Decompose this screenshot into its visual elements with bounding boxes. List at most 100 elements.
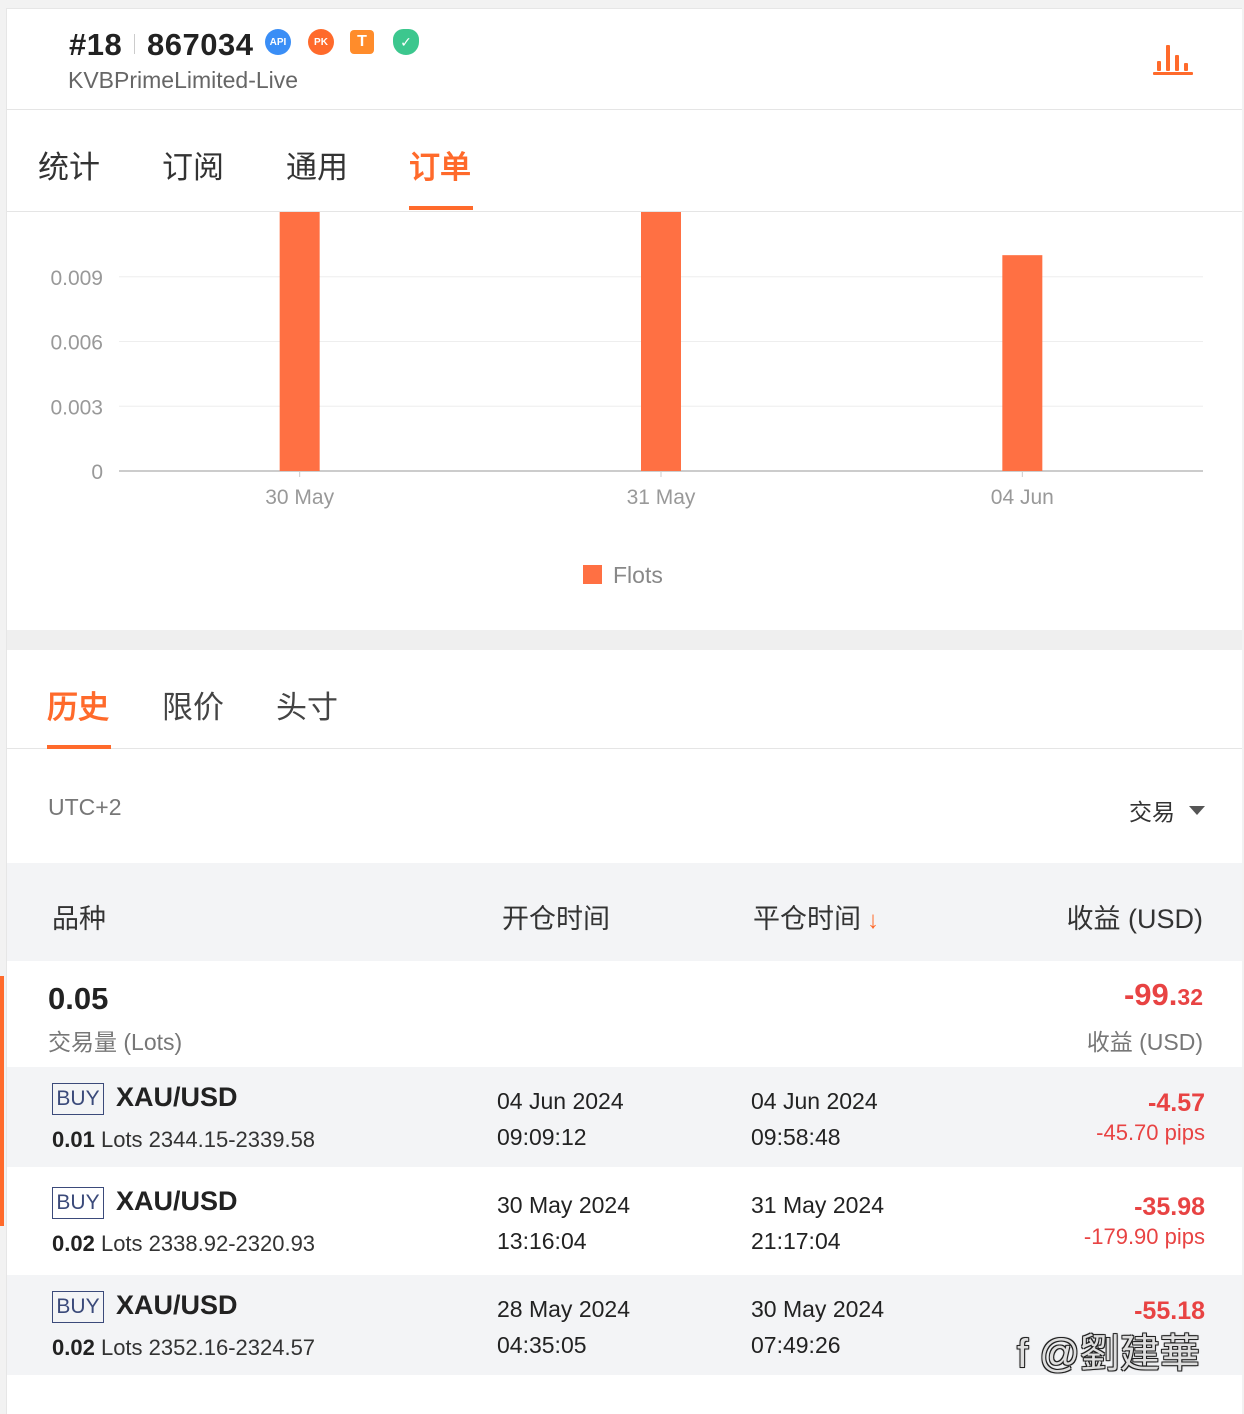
lots-unit: Lots xyxy=(100,1335,143,1360)
header-profit[interactable]: 收益 (USD) xyxy=(1067,897,1204,936)
symbol: XAU/USD xyxy=(116,1290,238,1320)
row-pips: -45.70 pips xyxy=(1096,1120,1205,1145)
y-tick-label: 0.009 xyxy=(50,267,103,290)
total-profit: -99.32 xyxy=(1124,977,1203,1013)
total-lots: 0.05 xyxy=(48,981,109,1016)
tab-limit-orders[interactable]: 限价 xyxy=(162,682,224,727)
trade-type-dropdown[interactable]: 交易 xyxy=(1129,793,1205,827)
header-open-time[interactable]: 开仓时间 xyxy=(502,897,610,936)
x-tick-label: 30 May xyxy=(265,486,334,509)
close-time: 04 Jun 2024 09:58:48 xyxy=(751,1083,878,1155)
row-accent-bar xyxy=(0,976,4,1226)
legend-swatch xyxy=(583,565,602,584)
bar xyxy=(1002,255,1043,471)
open-date: 28 May 2024 xyxy=(497,1296,630,1322)
x-tick-label: 31 May xyxy=(627,486,696,509)
legend-label: Flots xyxy=(613,562,663,588)
table-row[interactable]: BUY XAU/USD 0.01 Lots 2344.15-2339.58 04… xyxy=(7,1067,1242,1167)
open-time: 30 May 2024 13:16:04 xyxy=(497,1187,630,1259)
y-tick-label: 0 xyxy=(91,461,103,484)
symbol: XAU/USD xyxy=(116,1082,238,1112)
side-tag: BUY xyxy=(52,1291,104,1323)
lots-value: 0.02 xyxy=(52,1335,95,1360)
bar-chart-icon-bar xyxy=(1157,61,1161,71)
lots-unit: Lots xyxy=(100,1127,143,1152)
symbol: XAU/USD xyxy=(116,1186,238,1216)
account-header: #18 867034 API PK T ✓ KVBPrimeLimited-Li… xyxy=(7,9,1242,110)
close-date: 30 May 2024 xyxy=(751,1296,884,1322)
y-tick-label: 0.003 xyxy=(50,396,103,419)
orders-summary: 0.05 交易量 (Lots) -99.32 收益 (USD) xyxy=(7,961,1242,1067)
row-profit: -4.57 xyxy=(1148,1089,1205,1117)
x-tick-label: 04 Jun xyxy=(991,486,1054,509)
close-date: 04 Jun 2024 xyxy=(751,1088,878,1114)
close-time: 30 May 2024 07:49:26 xyxy=(751,1291,884,1363)
total-lots-label: 交易量 (Lots) xyxy=(48,1029,183,1055)
bar-chart-icon-bar xyxy=(1184,63,1188,71)
caret-down-icon xyxy=(1189,805,1205,815)
total-profit-main: -99. xyxy=(1123,977,1178,1012)
t-badge-icon: T xyxy=(350,30,374,54)
table-row[interactable]: BUY XAU/USD 0.02 Lots 2338.92-2320.93 30… xyxy=(7,1171,1242,1271)
account-rank: #18 xyxy=(69,27,123,62)
sort-down-arrow-icon: ↓ xyxy=(867,907,879,934)
row-pips: -179.90 pips xyxy=(1083,1224,1205,1249)
tab-statistics[interactable]: 统计 xyxy=(38,142,100,187)
row-profit: -35.98 xyxy=(1134,1193,1205,1221)
lots-unit: Lots xyxy=(100,1231,143,1256)
y-tick-label: 0.006 xyxy=(50,332,103,355)
lots-and-prices: 0.02 Lots 2338.92-2320.93 xyxy=(52,1231,315,1257)
bar-chart-icon-base xyxy=(1153,72,1193,75)
tab-positions[interactable]: 头寸 xyxy=(276,682,338,727)
bar-chart-icon-bar xyxy=(1166,45,1170,71)
close-clock: 21:17:04 xyxy=(751,1228,841,1254)
tab-subscriptions[interactable]: 订阅 xyxy=(162,142,224,187)
top-tab-bar: 统计 订阅 通用 订单 xyxy=(7,110,1242,212)
app-window: #18 867034 API PK T ✓ KVBPrimeLimited-Li… xyxy=(6,8,1242,1414)
open-clock: 04:35:05 xyxy=(497,1332,587,1358)
orders-table-header: 品种 开仓时间 平仓时间 ↓ 收益 (USD) xyxy=(7,863,1242,961)
close-clock: 09:58:48 xyxy=(751,1124,841,1150)
open-date: 04 Jun 2024 xyxy=(497,1088,624,1114)
open-clock: 09:09:12 xyxy=(497,1124,587,1150)
bar-chart-icon[interactable] xyxy=(1153,39,1193,75)
lots-value: 0.01 xyxy=(52,1127,95,1152)
sub-tab-bar: 历史 限价 头寸 xyxy=(7,650,1242,749)
close-time: 31 May 2024 21:17:04 xyxy=(751,1187,884,1259)
header-close-time[interactable]: 平仓时间 ↓ xyxy=(753,897,879,936)
broker-server-name: KVBPrimeLimited-Live xyxy=(68,67,299,93)
section-divider xyxy=(7,630,1242,650)
price-range: 2352.16-2324.57 xyxy=(148,1335,316,1360)
open-date: 30 May 2024 xyxy=(497,1192,630,1218)
pk-flame-badge-icon: PK xyxy=(308,29,334,55)
api-badge-icon: API xyxy=(265,29,291,55)
total-profit-cents: 32 xyxy=(1177,984,1203,1010)
trade-type-value: 交易 xyxy=(1129,799,1175,825)
lots-and-prices: 0.02 Lots 2352.16-2324.57 xyxy=(52,1335,315,1361)
watermark-text: f @劉建華 xyxy=(1017,1332,1200,1376)
header-close-time-label: 平仓时间 xyxy=(753,904,861,934)
side-tag: BUY xyxy=(52,1187,104,1219)
price-range: 2338.92-2320.93 xyxy=(148,1231,316,1256)
bar xyxy=(279,212,320,471)
bar xyxy=(641,212,681,471)
active-subtab-underline xyxy=(47,745,111,749)
account-number: 867034 xyxy=(147,27,254,62)
open-clock: 13:16:04 xyxy=(497,1228,587,1254)
open-time: 28 May 2024 04:35:05 xyxy=(497,1291,630,1363)
timezone-label: UTC+2 xyxy=(48,794,122,820)
verified-shield-icon: ✓ xyxy=(393,29,419,55)
open-time: 04 Jun 2024 09:09:12 xyxy=(497,1083,624,1155)
bar-chart-icon-bar xyxy=(1175,55,1179,71)
tab-history[interactable]: 历史 xyxy=(47,682,109,727)
close-clock: 07:49:26 xyxy=(751,1332,841,1358)
tab-general[interactable]: 通用 xyxy=(286,142,348,187)
side-tag: BUY xyxy=(52,1083,104,1115)
close-date: 31 May 2024 xyxy=(751,1192,884,1218)
tab-orders[interactable]: 订单 xyxy=(409,142,471,187)
total-profit-label: 收益 (USD) xyxy=(1086,1029,1203,1055)
price-range: 2344.15-2339.58 xyxy=(148,1127,316,1152)
lots-bar-chart: 0 0.003 0.006 0.009 30 May 31 May 04 Jun Flots xyxy=(7,212,1242,630)
header-symbol: 品种 xyxy=(52,904,106,934)
chart-svg: 0 0.003 0.006 0.009 30 May 31 May 04 Jun Flots xyxy=(50,212,1203,588)
